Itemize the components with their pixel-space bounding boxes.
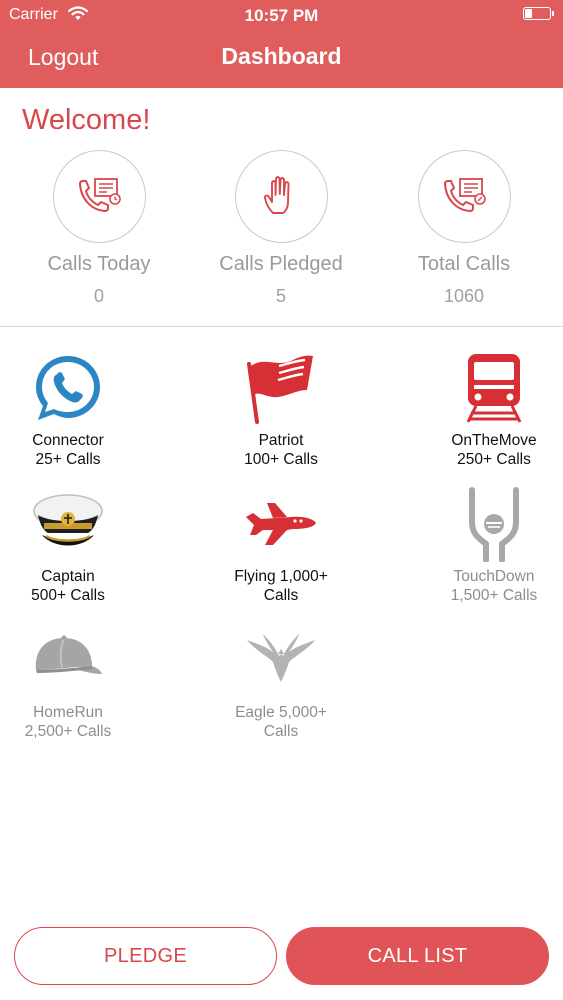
welcome-heading: Welcome!: [22, 104, 151, 136]
badge-requirement: 1,500+ Calls: [450, 587, 538, 604]
stat-label: Calls Today: [47, 253, 151, 275]
stat-value: 0: [93, 286, 104, 306]
badge-name: Flying 1,000+: [234, 568, 328, 585]
badge-name: Connector: [32, 432, 104, 449]
badge-requirement: 250+ Calls: [457, 451, 531, 468]
phone-bubble-icon: [0, 350, 158, 426]
badge-name: TouchDown: [453, 568, 535, 585]
badge-patriot[interactable]: Patriot 100+ Calls: [191, 350, 371, 469]
phone-list-icon: [417, 150, 511, 243]
status-time: 10:57 PM: [244, 6, 319, 25]
badge-requirement: 2,500+ Calls: [24, 723, 112, 740]
badge-name: Eagle 5,000+: [235, 704, 327, 721]
badge-connector[interactable]: Connector 25+ Calls: [0, 350, 158, 469]
stat-total-calls: Total Calls 1060: [374, 150, 554, 307]
stat-label: Calls Pledged: [219, 253, 343, 275]
flag-icon: [191, 350, 371, 426]
phone-list-icon: [52, 150, 146, 243]
logout-button[interactable]: Logout: [28, 44, 98, 71]
badge-requirement: Calls: [263, 587, 299, 604]
stat-value: 5: [275, 286, 286, 306]
badge-requirement: 100+ Calls: [244, 451, 318, 468]
badge-eagle[interactable]: Eagle 5,000+ Calls: [191, 622, 371, 741]
eagle-icon: [191, 622, 371, 698]
stat-label: Total Calls: [417, 253, 511, 275]
badge-captain[interactable]: Captain 500+ Calls: [0, 486, 158, 605]
badge-requirement: Calls: [263, 723, 299, 740]
badge-requirement: 25+ Calls: [35, 451, 101, 468]
stat-calls-today: Calls Today 0: [9, 150, 189, 307]
stat-calls-pledged: Calls Pledged 5: [191, 150, 371, 307]
badge-requirement: 500+ Calls: [31, 587, 105, 604]
badge-name: Captain: [41, 568, 95, 585]
baseball-cap-icon: [0, 622, 158, 698]
status-bar: Carrier 10:57 PM: [0, 0, 563, 30]
touchdown-icon: [404, 486, 563, 562]
badge-onthemove[interactable]: OnTheMove 250+ Calls: [404, 350, 563, 469]
pledge-button[interactable]: PLEDGE: [14, 927, 277, 985]
badge-name: Patriot: [258, 432, 304, 449]
badge-name: HomeRun: [33, 704, 103, 721]
train-icon: [404, 350, 563, 426]
badge-touchdown[interactable]: TouchDown 1,500+ Calls: [404, 486, 563, 605]
stat-value: 1060: [443, 286, 485, 306]
battery-icon: [523, 7, 554, 20]
raised-hand-icon: [234, 150, 328, 243]
captain-hat-icon: [0, 486, 158, 562]
section-divider: [0, 326, 563, 327]
airplane-icon: [191, 486, 371, 562]
nav-bar: Logout Dashboard: [0, 36, 563, 80]
badge-name: OnTheMove: [451, 432, 537, 449]
badge-flying[interactable]: Flying 1,000+ Calls: [191, 486, 371, 605]
app-header: Carrier 10:57 PM Logout Dashboard: [0, 0, 563, 88]
call-list-button[interactable]: CALL LIST: [286, 927, 549, 985]
badge-homerun[interactable]: HomeRun 2,500+ Calls: [0, 622, 158, 741]
